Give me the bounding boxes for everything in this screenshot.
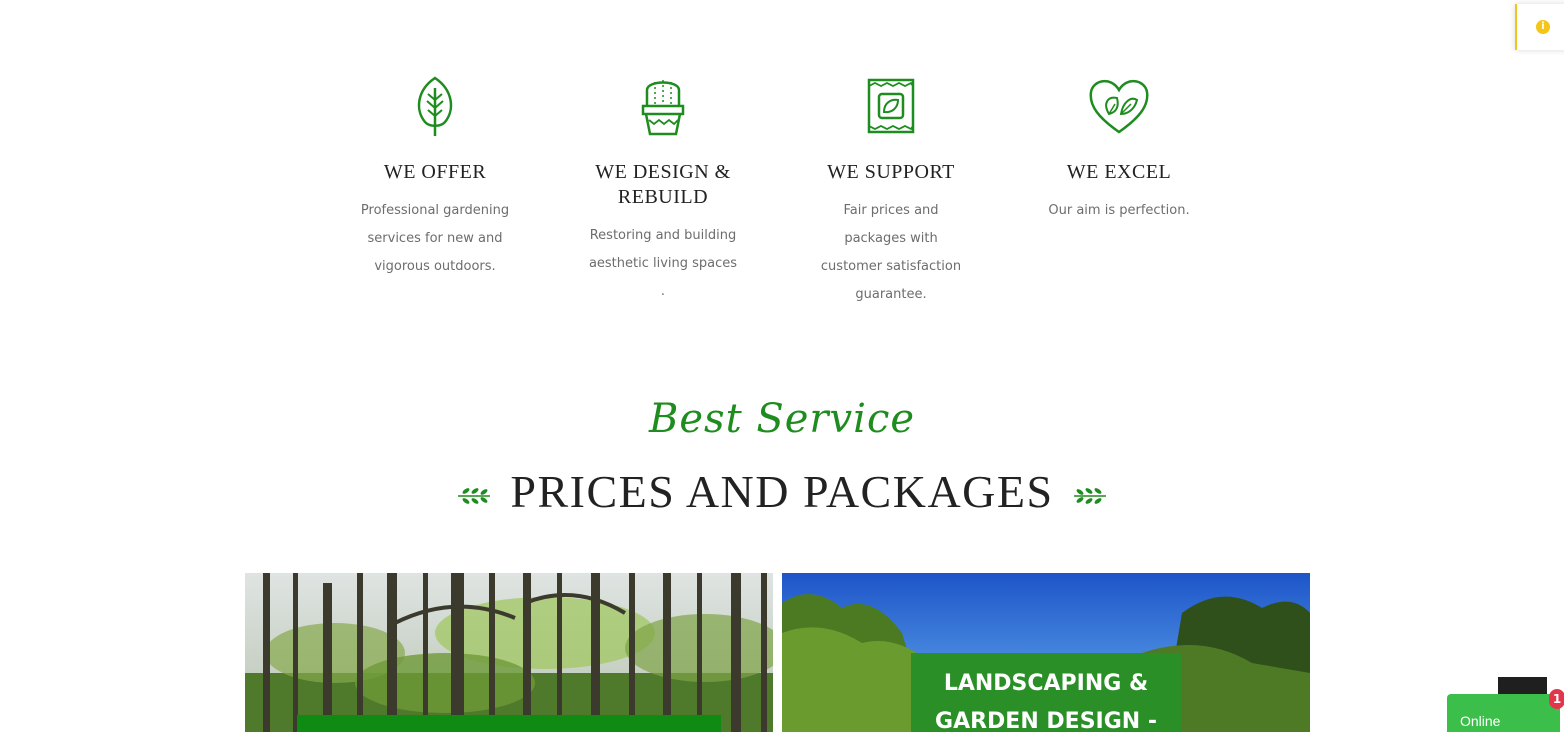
feature-title: WE OFFER bbox=[383, 161, 487, 183]
feature-title: WE DESIGN & REBUILD bbox=[595, 161, 731, 208]
feature-text: Fair prices and packages with customer s… bbox=[820, 203, 962, 302]
feature-text: Our aim is perfection. bbox=[1048, 203, 1190, 218]
heart-leaves-icon bbox=[1089, 80, 1149, 134]
leaf-icon bbox=[417, 76, 453, 136]
feature-we-offer: WE OFFER Professional gardening services… bbox=[335, 74, 535, 281]
package-card-forest[interactable] bbox=[245, 573, 773, 732]
section-title-row: PRICES AND PACKAGES bbox=[0, 466, 1564, 518]
info-icon: i bbox=[1536, 20, 1550, 34]
page: WE OFFER Professional gardening services… bbox=[0, 0, 1564, 732]
card-label-bar bbox=[297, 715, 721, 732]
cactus-pot-icon bbox=[641, 80, 685, 136]
chat-notification-badge: 1 bbox=[1549, 689, 1564, 709]
forest-image bbox=[245, 573, 773, 732]
package-card-landscaping[interactable]: LANDSCAPING & GARDEN DESIGN - bbox=[782, 573, 1310, 732]
section-script-title: Best Service bbox=[648, 396, 916, 442]
feature-title: WE SUPPORT bbox=[827, 161, 955, 183]
chat-widget[interactable]: Online bbox=[1447, 694, 1560, 732]
card-label: LANDSCAPING & GARDEN DESIGN - bbox=[911, 653, 1181, 732]
feature-we-design: WE DESIGN & REBUILD Restoring and buildi… bbox=[563, 74, 763, 306]
feature-title: WE EXCEL bbox=[1066, 161, 1172, 183]
chat-status-label: Online bbox=[1460, 713, 1501, 729]
seed-packet-icon bbox=[867, 78, 915, 134]
feature-we-support: WE SUPPORT Fair prices and packages with… bbox=[791, 74, 991, 309]
feature-text: Restoring and building aesthetic living … bbox=[588, 228, 738, 299]
leaf-branch-right-icon bbox=[1073, 488, 1106, 505]
feature-we-excel: WE EXCEL Our aim is perfection. bbox=[1019, 74, 1219, 225]
feature-text: Professional gardening services for new … bbox=[360, 203, 510, 274]
section-title: PRICES AND PACKAGES bbox=[510, 466, 1054, 517]
leaf-branch-left-icon bbox=[458, 488, 491, 505]
notice-widget[interactable]: i bbox=[1515, 4, 1564, 50]
